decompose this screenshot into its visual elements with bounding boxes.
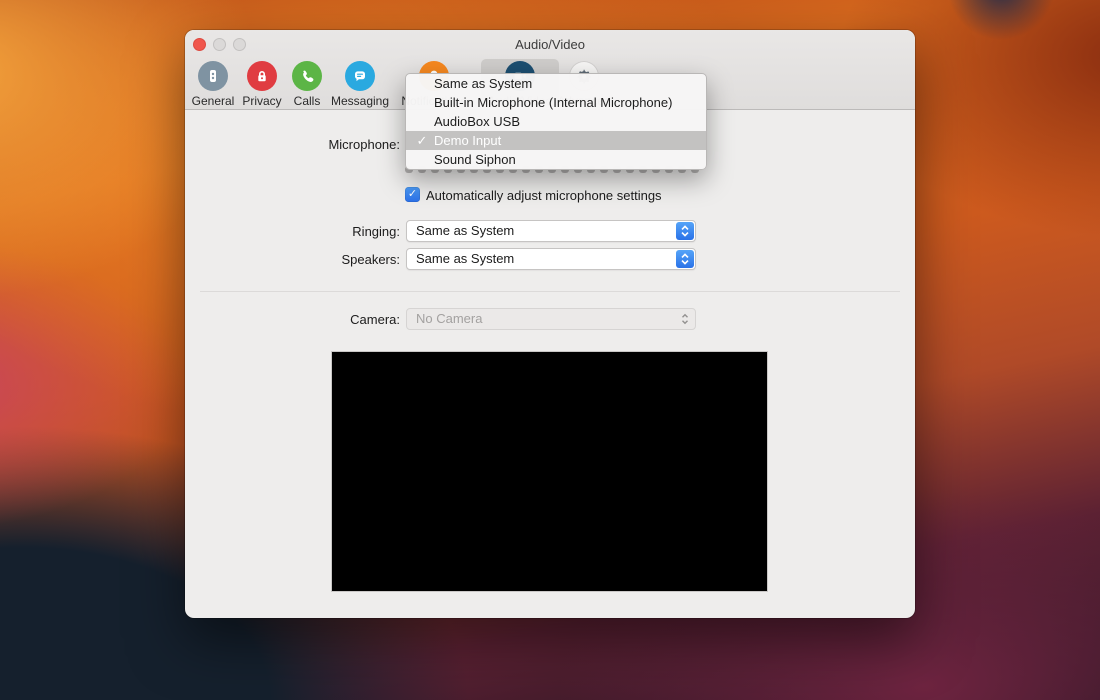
checkmark-icon: ✓	[408, 188, 417, 200]
toolbar-item-calls[interactable]: Calls	[287, 59, 327, 107]
phone-icon	[292, 61, 322, 91]
menu-item[interactable]: Sound Siphon	[406, 150, 706, 169]
ringing-value: Same as System	[416, 223, 514, 238]
switch-icon	[198, 61, 228, 91]
menu-item-label: AudioBox USB	[434, 114, 520, 129]
lock-icon	[247, 61, 277, 91]
speakers-select[interactable]: Same as System	[406, 248, 696, 270]
toolbar-label: General	[192, 94, 235, 108]
speakers-label: Speakers:	[185, 251, 400, 268]
camera-preview	[331, 351, 768, 592]
window-title: Audio/Video	[185, 37, 915, 52]
stepper-icon[interactable]	[676, 222, 694, 240]
ringing-select[interactable]: Same as System	[406, 220, 696, 242]
stepper-icon[interactable]	[676, 250, 694, 268]
toolbar-item-general[interactable]: General	[187, 59, 239, 107]
chat-bubble-icon	[345, 61, 375, 91]
section-divider	[200, 291, 900, 292]
toolbar-label: Privacy	[242, 94, 281, 108]
toolbar-label: Messaging	[331, 94, 389, 108]
toolbar-item-messaging[interactable]: Messaging	[326, 59, 394, 107]
titlebar: Audio/Video	[185, 30, 915, 58]
toolbar-label: Calls	[294, 94, 321, 108]
camera-value: No Camera	[416, 311, 482, 326]
camera-select: No Camera	[406, 308, 696, 330]
microphone-label: Microphone:	[185, 136, 400, 153]
speakers-value: Same as System	[416, 251, 514, 266]
preferences-window: Audio/Video General Privacy Calls	[185, 30, 915, 618]
toolbar-item-privacy[interactable]: Privacy	[237, 59, 287, 107]
microphone-menu: Same as System Built-in Microphone (Inte…	[405, 73, 707, 170]
menu-item-selected[interactable]: ✓ Demo Input	[406, 131, 706, 150]
camera-label: Camera:	[185, 311, 400, 328]
menu-item-label: Built-in Microphone (Internal Microphone…	[434, 95, 672, 110]
auto-adjust-label: Automatically adjust microphone settings	[426, 188, 662, 203]
checkmark-icon: ✓	[414, 131, 430, 150]
menu-item-label: Demo Input	[434, 133, 501, 148]
menu-item[interactable]: Same as System	[406, 74, 706, 93]
menu-item-label: Sound Siphon	[434, 152, 516, 167]
ringing-label: Ringing:	[185, 223, 400, 240]
menu-item[interactable]: AudioBox USB	[406, 112, 706, 131]
menu-item[interactable]: Built-in Microphone (Internal Microphone…	[406, 93, 706, 112]
menu-item-label: Same as System	[434, 76, 532, 91]
auto-adjust-checkbox[interactable]: ✓	[405, 187, 420, 202]
stepper-icon	[676, 310, 694, 328]
